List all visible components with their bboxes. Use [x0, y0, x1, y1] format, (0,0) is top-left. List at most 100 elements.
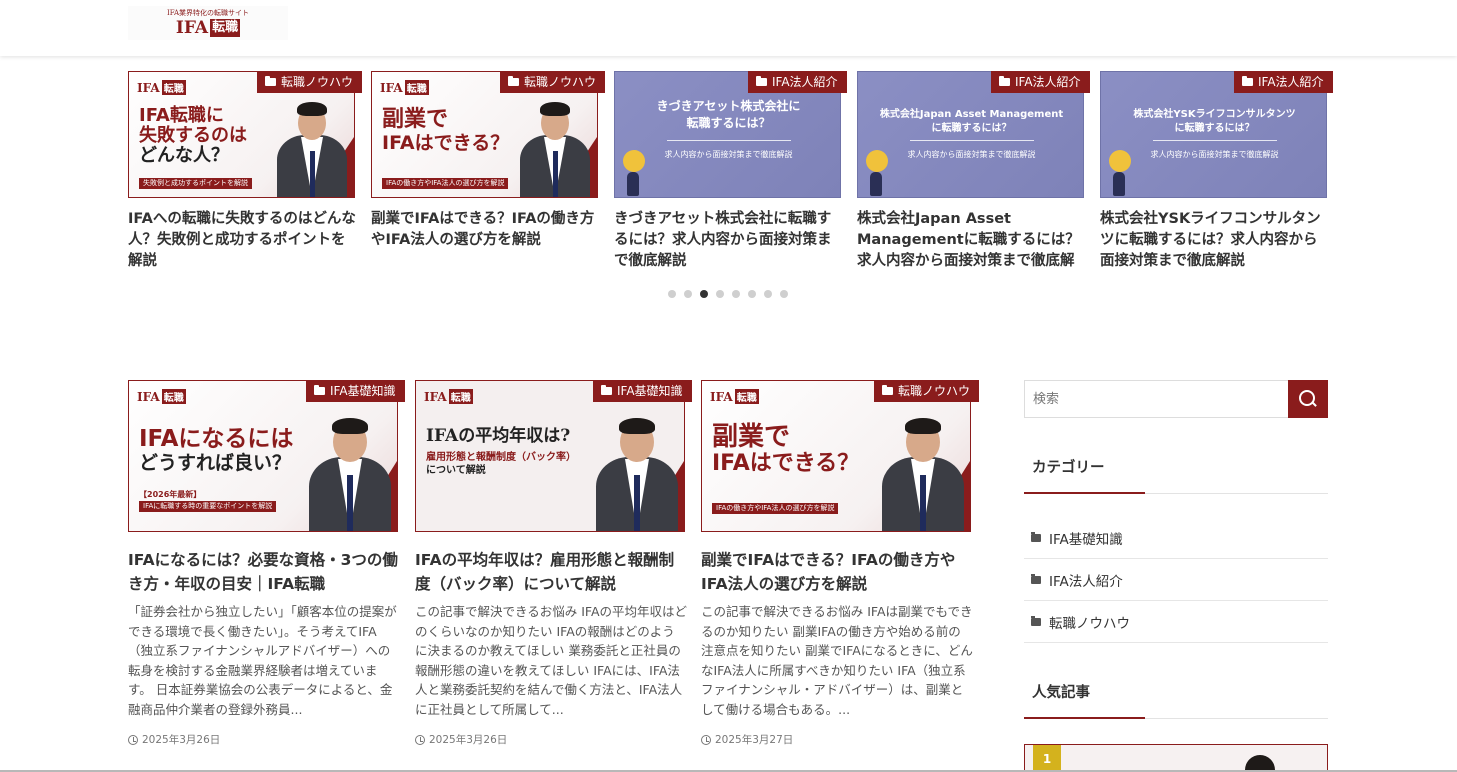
folder-icon — [265, 76, 276, 86]
thumb-subtitle: 求人内容から面接対策まで徹底解説 — [907, 150, 1036, 159]
post-date: 2025年3月26日 — [128, 732, 220, 747]
thumb-subtitle: 求人内容から面接対策まで徹底解説 — [1150, 150, 1279, 159]
thumb-banner: 失敗例と成功するポイントを解説 — [139, 178, 252, 189]
carousel-card-title[interactable]: 株式会社YSKライフコンサルタンツに転職するには？求人内容から面接対策まで徹底解… — [1100, 209, 1330, 273]
thumb-headline: 副業で — [712, 422, 791, 452]
post-excerpt: この記事で解決できるお悩み IFAは副業でもできるのか知りたい 副業IFAの働き… — [701, 604, 973, 717]
post-date: 2025年3月26日 — [415, 732, 507, 747]
thumb-headline: IFA転職に — [139, 105, 224, 126]
carousel-dot[interactable] — [700, 290, 708, 298]
sidebar-category-ifa-firms[interactable]: IFA法人紹介 — [1024, 559, 1328, 601]
thumb-headline: IFAになるには — [139, 426, 294, 452]
carousel-dot[interactable] — [716, 290, 724, 298]
thumb-headline: 株式会社YSKライフコンサルタンツ — [1133, 109, 1296, 120]
thumb-headline: どんな人？ — [139, 145, 229, 167]
rank-badge: 1 — [1033, 745, 1061, 772]
thumb-subtitle: 求人内容から面接対策まで徹底解説 — [664, 150, 793, 159]
search-button[interactable] — [1288, 380, 1328, 418]
carousel-dot[interactable] — [732, 290, 740, 298]
category-badge[interactable]: 転職ノウハウ — [257, 71, 363, 93]
thumb-banner: IFAの働き方やIFA法人の選び方を解説 — [382, 178, 509, 189]
category-badge[interactable]: 転職ノウハウ — [874, 380, 980, 402]
category-badge[interactable]: IFA法人紹介 — [748, 71, 847, 93]
post-thumbnail[interactable]: IFA 転職 IFAの平均年収は? 雇用形態と報酬制度（バック率） について解説 — [415, 380, 685, 532]
thumb-logo: IFA 転職 — [710, 389, 759, 404]
post-title[interactable]: IFAになるには？必要な資格・3つの働き方・年収の目安｜IFA転職 — [128, 548, 398, 596]
carousel-card-title[interactable]: IFAへの転職に失敗するのはどんな人？失敗例と成功するポイントを解説 — [128, 209, 358, 273]
post-date: 2025年3月27日 — [701, 732, 793, 747]
post-title[interactable]: 副業でIFAはできる？IFAの働き方やIFA法人の選び方を解説 — [701, 548, 973, 596]
carousel-dot[interactable] — [780, 290, 788, 298]
post-thumbnail[interactable]: IFA 転職 IFAになるには どうすれば良い？ 【2026年最新】 IFAに転職… — [128, 380, 398, 532]
post-excerpt: この記事で解決できるお悩み IFAの平均年収はどのくらいなのか知りたい IFAの… — [415, 604, 688, 717]
carousel-card-title[interactable]: 副業でIFAはできる？IFAの働き方やIFA法人の選び方を解説 — [371, 209, 601, 273]
category-badge[interactable]: 転職ノウハウ — [500, 71, 606, 93]
category-badge[interactable]: IFA法人紹介 — [991, 71, 1090, 93]
carousel-dot[interactable] — [748, 290, 756, 298]
carousel-dot[interactable] — [764, 290, 772, 298]
sidebar-category-ifa-basics[interactable]: IFA基礎知識 — [1024, 517, 1328, 559]
thumb-headline: どうすれば良い？ — [139, 451, 292, 474]
folder-icon — [1242, 76, 1253, 86]
popular-widget-title: 人気記事 — [1024, 677, 1328, 719]
folder-icon — [508, 76, 519, 86]
thumb-headline: 失敗するのは — [139, 125, 247, 147]
category-badge[interactable]: IFA法人紹介 — [1234, 71, 1333, 93]
carousel-card-title[interactable]: 株式会社Japan Asset Managementに転職するには？求人内容から… — [857, 209, 1087, 273]
carousel-dot[interactable] — [668, 290, 676, 298]
post-title[interactable]: IFAの平均年収は？雇用形態と報酬制度（バック率）について解説 — [415, 548, 687, 596]
lightbulb-icon — [866, 150, 888, 172]
logo-tagline: IFA業界特化の転職サイト — [166, 9, 250, 17]
person-image — [882, 406, 964, 531]
thumb-headline: 雇用形態と報酬制度（バック率） — [426, 452, 576, 464]
folder-icon — [882, 385, 893, 395]
thumb-subtitle: 【2026年最新】 — [139, 490, 202, 499]
folder-icon — [601, 385, 612, 395]
person-image — [309, 406, 391, 531]
post-thumbnail[interactable]: IFA 転職 副業で IFAはできる？ IFAの働き方やIFA法人の選び方を解説 — [701, 380, 971, 532]
thumb-headline: に転職するには？ — [931, 123, 1012, 134]
categories-widget-title: カテゴリー — [1024, 452, 1328, 494]
folder-icon — [1031, 573, 1041, 584]
logo-ifa-text: IFA — [175, 18, 209, 38]
lightbulb-icon — [623, 150, 645, 172]
clock-icon — [415, 734, 425, 745]
carousel-dot[interactable] — [684, 290, 692, 298]
thumb-banner: IFAに転職する時の重要なポイントを解説 — [139, 501, 277, 512]
thumb-banner: IFAの働き方やIFA法人の選び方を解説 — [712, 503, 839, 514]
thumb-headline: IFAはできる？ — [382, 131, 510, 154]
thumb-headline: について解説 — [426, 465, 486, 477]
folder-icon — [756, 76, 767, 86]
thumb-headline: IFAの平均年収は? — [426, 426, 571, 446]
carousel-card-title[interactable]: きづきアセット株式会社に転職するには？求人内容から面接対策まで徹底解説 — [614, 209, 844, 273]
person-pushing-icon — [870, 172, 882, 196]
carousel-pagination — [668, 290, 788, 298]
clock-icon — [701, 734, 711, 745]
sidebar-category-career-knowhow[interactable]: 転職ノウハウ — [1024, 601, 1328, 643]
category-badge[interactable]: IFA基礎知識 — [306, 380, 405, 402]
folder-icon — [314, 385, 325, 395]
logo-job-text: 転職 — [210, 19, 241, 37]
thumb-logo: IFA 転職 — [424, 389, 473, 404]
person-image — [596, 406, 678, 531]
thumb-headline: 副業で — [382, 107, 449, 132]
folder-icon — [1031, 531, 1041, 542]
person-image — [520, 92, 590, 197]
thumb-headline: に転職するには？ — [1174, 123, 1255, 134]
thumb-logo: IFA 転職 — [137, 389, 186, 404]
site-logo[interactable]: IFA業界特化の転職サイト IFA 転職 — [128, 6, 288, 40]
category-badge[interactable]: IFA基礎知識 — [593, 380, 692, 402]
thumb-headline: 株式会社Japan Asset Management — [879, 109, 1064, 120]
search-input[interactable] — [1024, 380, 1289, 418]
post-excerpt: 「証券会社から独立したい」「顧客本位の提案ができる環境で長く働きたい」。そう考え… — [128, 604, 397, 717]
thumb-headline: IFAはできる？ — [712, 451, 860, 477]
thumb-logo: IFA 転職 — [137, 80, 186, 95]
folder-icon — [1031, 615, 1041, 626]
search-icon — [1299, 390, 1317, 408]
person-image — [277, 92, 347, 197]
thumb-logo: IFA 転職 — [380, 80, 429, 95]
folder-icon — [999, 76, 1010, 86]
popular-post-thumbnail[interactable]: 1 — [1024, 744, 1328, 772]
lightbulb-icon — [1109, 150, 1131, 172]
person-pushing-icon — [627, 172, 639, 196]
